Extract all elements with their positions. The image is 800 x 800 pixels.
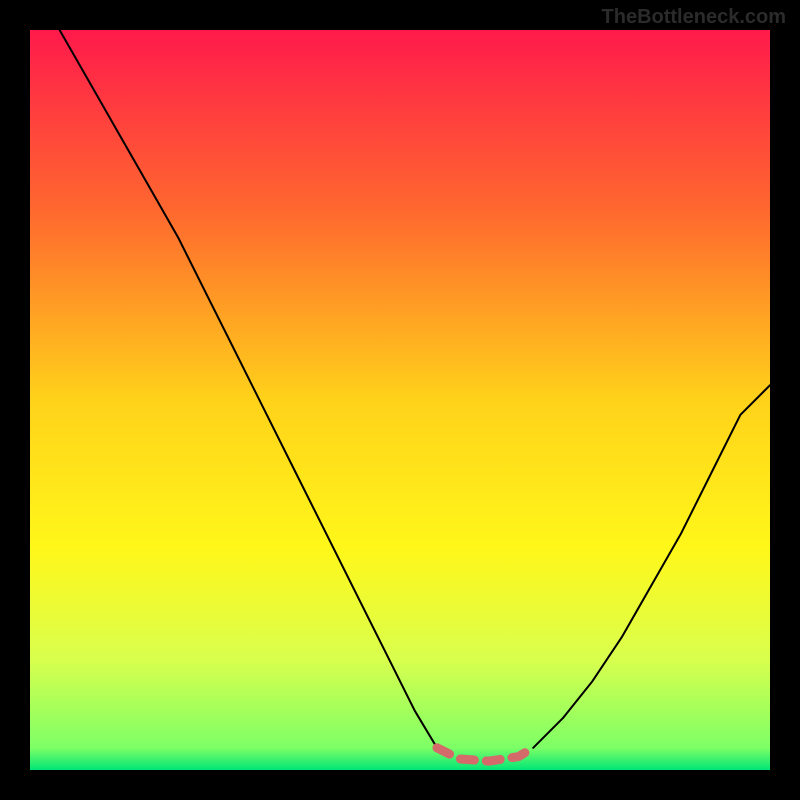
chart-plot [30,30,770,770]
chart-background [30,30,770,770]
watermark-text: TheBottleneck.com [602,6,786,29]
chart-container: TheBottleneck.com [0,0,800,800]
